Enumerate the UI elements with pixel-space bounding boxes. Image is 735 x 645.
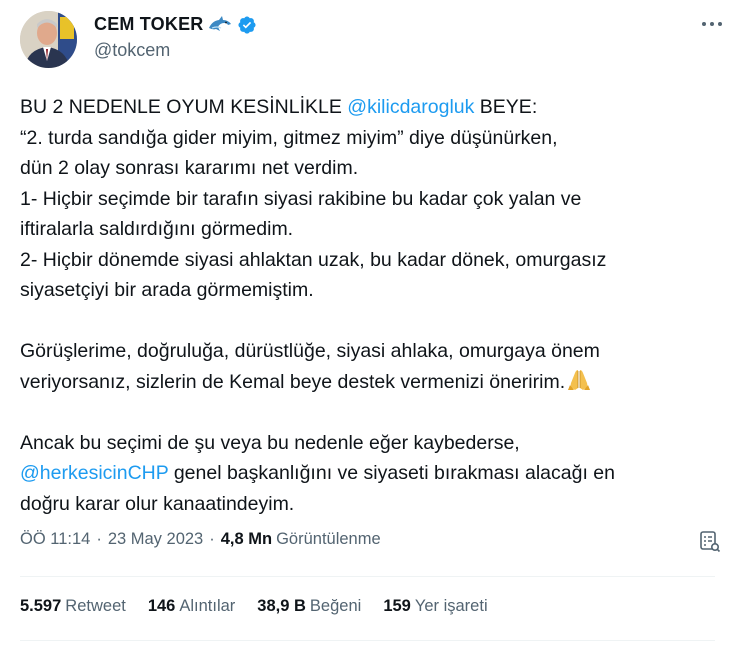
more-dot-icon	[718, 22, 722, 26]
avatar-image	[20, 11, 77, 68]
views-label: Görüntülenme	[276, 530, 381, 548]
analytics-icon[interactable]	[697, 529, 721, 553]
bookmarks-count: 159	[383, 597, 411, 615]
meta-separator: ·	[209, 530, 215, 548]
retweets-stat[interactable]: 5.597 Retweet	[20, 597, 126, 616]
bookmarks-label: Yer işareti	[414, 597, 488, 615]
tweet-line: 1- Hiçbir seçimde bir tarafın siyasi rak…	[20, 187, 582, 210]
tweet-time[interactable]: ÖÖ 11:14	[20, 530, 90, 549]
tweet-line: doğru karar olur kanaatindeyim.	[20, 492, 295, 515]
meta-separator: ·	[96, 530, 102, 548]
divider	[20, 576, 715, 577]
tweet-line: dün 2 olay sonrası kararımı net verdim.	[20, 157, 359, 179]
tweet-line: “2. turda sandığa gider miyim, gitmez mi…	[20, 126, 558, 149]
tweet-line: veriyorsanız, sizlerin de Kemal beye des…	[20, 367, 710, 398]
retweets-count: 5.597	[20, 597, 62, 615]
likes-count: 38,9 B	[257, 597, 306, 615]
tweet-line: @herkesicinCHP genel başkanlığını ve siy…	[20, 458, 710, 489]
tweet-line: iftiralarla saldırdığını görmedim.	[20, 218, 294, 240]
avatar[interactable]	[20, 11, 77, 68]
tweet-date[interactable]: 23 May 2023	[108, 530, 203, 549]
mention-link[interactable]: @kilicdarogluk	[347, 96, 474, 118]
tweet-line: 2- Hiçbir dönemde siyasi ahlaktan uzak, …	[20, 248, 607, 271]
author-handle[interactable]: @tokcem	[94, 40, 170, 61]
likes-stat[interactable]: 38,9 B Beğeni	[257, 597, 361, 616]
tweet-card: CEM TOKER @tokcem BU 2 NEDENLE OYUM KESİ…	[0, 0, 735, 645]
more-dot-icon	[710, 22, 714, 26]
mention-link[interactable]: @herkesicinCHP	[20, 462, 168, 484]
tweet-line: Görüşlerime, doğruluğa, dürüstlüğe, siya…	[20, 340, 600, 362]
tweet-text-segment: BEYE:	[474, 96, 538, 118]
views-count: 4,8 Mn	[220, 530, 273, 548]
divider	[20, 640, 715, 641]
tweet-line: siyasetçiyi bir arada görmemiştim.	[20, 279, 314, 301]
tweet-line: BU 2 NEDENLE OYUM KESİNLİKLE @kilicdarog…	[20, 92, 710, 123]
bookmarks-stat[interactable]: 159 Yer işareti	[383, 597, 487, 616]
likes-label: Beğeni	[309, 597, 362, 615]
quotes-count: 146	[147, 597, 176, 615]
display-name[interactable]: CEM TOKER	[94, 14, 203, 35]
tweet-meta: ÖÖ 11:14 · 23 May 2023 · 4,8 Mn Görüntül…	[20, 530, 381, 549]
quotes-stat[interactable]: 146 Alıntılar	[148, 597, 235, 616]
tweet-text: BU 2 NEDENLE OYUM KESİNLİKLE @kilicdarog…	[20, 92, 710, 519]
more-dot-icon	[702, 22, 706, 26]
tweet-text-segment: genel başkanlığını ve siyaseti bırakması…	[168, 462, 615, 484]
folded-hands-icon	[567, 369, 591, 391]
quotes-label: Alıntılar	[179, 597, 236, 615]
more-options-button[interactable]	[699, 14, 725, 34]
engagement-stats: 5.597 Retweet 146 Alıntılar 38,9 B Beğeni 1…	[20, 597, 510, 616]
verified-badge-icon	[237, 15, 257, 35]
tweet-line: Ancak bu seçimi de şu veya bu nedenle eğ…	[20, 431, 520, 454]
tweet-text-segment: BU 2 NEDENLE OYUM KESİNLİKLE	[20, 96, 348, 118]
tweet-text-segment: veriyorsanız, sizlerin de Kemal beye des…	[20, 370, 566, 393]
dolphin-icon	[207, 15, 233, 34]
author-name-row[interactable]: CEM TOKER	[94, 14, 257, 35]
retweets-label: Retweet	[65, 597, 126, 615]
